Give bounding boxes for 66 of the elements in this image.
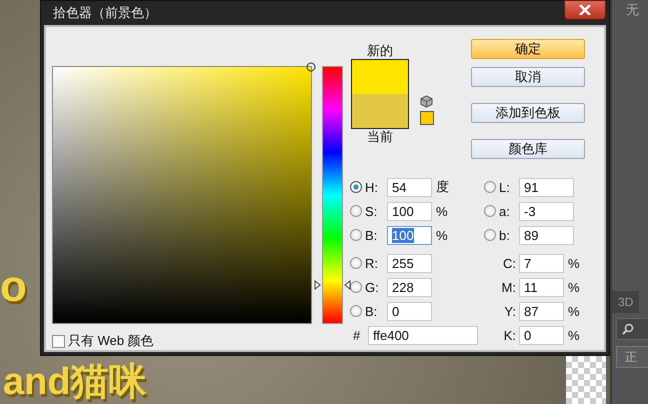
search-field[interactable] bbox=[616, 318, 648, 340]
field-label: # bbox=[352, 328, 362, 342]
current-label: 当前 bbox=[367, 129, 393, 145]
radio-button[interactable] bbox=[484, 181, 496, 193]
dialog-button[interactable]: 取消 bbox=[471, 67, 585, 87]
value-field[interactable]: 54 bbox=[387, 178, 432, 196]
value-field[interactable]: -3 bbox=[519, 202, 574, 220]
field-label: a: bbox=[498, 204, 511, 218]
field-label: Y: bbox=[503, 304, 517, 318]
field-label: H: bbox=[364, 180, 379, 194]
cube-icon[interactable] bbox=[420, 95, 433, 108]
radio-button[interactable] bbox=[350, 229, 362, 241]
radio-button[interactable] bbox=[484, 205, 496, 217]
radio-button[interactable] bbox=[350, 257, 362, 269]
value-field[interactable]: 91 bbox=[519, 178, 574, 196]
unit-label: % bbox=[568, 256, 581, 270]
value-field[interactable]: 0 bbox=[519, 326, 564, 344]
radio-button[interactable] bbox=[484, 229, 496, 241]
dialog-button[interactable]: 确定 bbox=[471, 39, 585, 59]
field-label: M: bbox=[500, 280, 517, 294]
web-safe-swatch[interactable] bbox=[420, 111, 434, 125]
color-marker[interactable] bbox=[306, 62, 316, 72]
unit-label: 度 bbox=[436, 178, 450, 196]
unit-label: % bbox=[436, 204, 449, 218]
panel-tab[interactable]: 3D bbox=[612, 291, 640, 313]
field-label: G: bbox=[364, 280, 380, 294]
field-label: K: bbox=[502, 328, 517, 342]
checkbox[interactable] bbox=[52, 334, 65, 348]
canvas-text: and猫咪 bbox=[3, 360, 147, 404]
transparency-checker bbox=[566, 356, 606, 404]
field-label: L: bbox=[498, 180, 511, 194]
field-label: b: bbox=[498, 228, 511, 242]
value-field[interactable]: 100 bbox=[387, 226, 432, 244]
value-field[interactable]: 100 bbox=[387, 202, 432, 220]
field-label: C: bbox=[502, 256, 517, 270]
web-colors-label: 只有 Web 颜色 bbox=[68, 332, 154, 350]
radio-button[interactable] bbox=[350, 281, 362, 293]
document-title: 无 bbox=[625, 1, 640, 19]
radio-button[interactable] bbox=[350, 205, 362, 217]
unit-label: % bbox=[568, 304, 581, 318]
value-field[interactable]: 11 bbox=[519, 278, 564, 296]
field-label: B: bbox=[364, 228, 378, 242]
field-label: B: bbox=[364, 304, 378, 318]
search-icon bbox=[622, 323, 634, 335]
unit-label: % bbox=[568, 328, 581, 342]
dialog-button[interactable]: 添加到色板 bbox=[471, 103, 585, 123]
dialog-button[interactable]: 颜色库 bbox=[471, 139, 585, 159]
close-icon bbox=[579, 5, 591, 15]
value-field[interactable]: 0 bbox=[387, 302, 432, 320]
value-field[interactable]: 255 bbox=[387, 254, 432, 272]
close-button[interactable] bbox=[564, 0, 606, 20]
slider-thumb[interactable] bbox=[314, 280, 351, 290]
hex-field[interactable]: ffe400 bbox=[368, 326, 478, 344]
unit-label: % bbox=[436, 228, 449, 242]
radio-button[interactable] bbox=[350, 305, 362, 317]
value-field[interactable]: 89 bbox=[519, 226, 574, 244]
value-field[interactable]: 7 bbox=[519, 254, 564, 272]
canvas-text: o bbox=[0, 262, 27, 312]
value-field[interactable]: 228 bbox=[387, 278, 432, 296]
value-field[interactable]: 87 bbox=[519, 302, 564, 320]
field-label: S: bbox=[364, 204, 378, 218]
radio-button[interactable] bbox=[350, 181, 362, 193]
new-label: 新的 bbox=[367, 43, 393, 59]
window-title: 拾色器（前景色） bbox=[53, 4, 158, 22]
field-label: R: bbox=[364, 256, 379, 270]
unit-label: % bbox=[568, 280, 581, 294]
